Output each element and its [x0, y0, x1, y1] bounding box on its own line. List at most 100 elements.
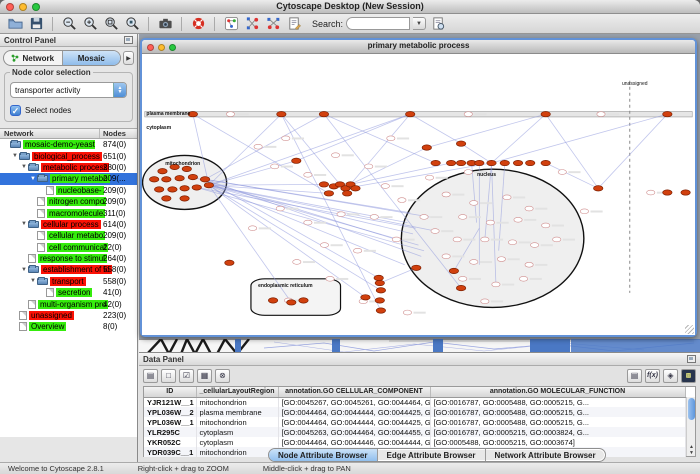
float-control-panel-icon[interactable] — [124, 36, 133, 44]
table-row[interactable]: YJR121W__1mitochondrion[GO:0045267, GO:0… — [144, 397, 685, 407]
table-header-cell[interactable]: annotation.GO CELLULAR_COMPONENT — [278, 387, 430, 397]
import-attributes-button[interactable]: ◈ — [663, 369, 678, 383]
tab-network[interactable]: Network — [4, 51, 62, 65]
table-cell[interactable]: YDR039C__1 — [144, 447, 196, 457]
table-cell[interactable]: mitochondrion — [196, 417, 278, 427]
table-cell[interactable]: [GO:0005488, GO:0005215, GO:0003674] — [430, 437, 685, 447]
tree-row[interactable]: Overview8(0) — [0, 321, 137, 332]
function-builder-button[interactable]: f(x) — [645, 369, 660, 383]
table-cell[interactable]: [GO:0045267, GO:0045261, GO:0044464, G..… — [278, 397, 430, 407]
network-view-window[interactable]: primary metabolic process plasma membran… — [140, 38, 697, 337]
table-cell[interactable]: cytoplasm — [196, 437, 278, 447]
tree-column-nodes[interactable]: Nodes — [100, 129, 137, 138]
table-header-cell[interactable]: _cellularLayoutRegion — [196, 387, 278, 397]
table-cell[interactable]: YPL036W__2 — [144, 407, 196, 417]
table-cell[interactable]: YJR121W__1 — [144, 397, 196, 407]
table-cell[interactable]: [GO:0016787, GO:0005488, GO:0005215, G..… — [430, 417, 685, 427]
vizmapper-button[interactable] — [222, 15, 240, 32]
save-session-button[interactable] — [27, 15, 45, 32]
table-cell[interactable]: YLR295C — [144, 427, 196, 437]
zoom-selected-button[interactable] — [123, 15, 141, 32]
table-row[interactable]: YKR052Ccytoplasm[GO:0044464, GO:0044446,… — [144, 437, 685, 447]
tree-row[interactable]: ▼primary metabo209(... — [0, 173, 137, 184]
open-session-button[interactable] — [6, 15, 24, 32]
table-row[interactable]: YPL036W__1mitochondrion[GO:0044464, GO:0… — [144, 417, 685, 427]
tree-row[interactable]: ▼metabolic process280(0) — [0, 162, 137, 173]
attribute-list-button[interactable]: ▤ — [627, 369, 642, 383]
table-cell[interactable]: [GO:0016787, GO:0005215, GO:0003824, G..… — [430, 427, 685, 437]
scrollbar-arrows[interactable]: ▲▼ — [687, 444, 696, 456]
float-data-panel-icon[interactable] — [687, 355, 696, 363]
table-cell[interactable]: plasma membrane — [196, 407, 278, 417]
select-attributes-button[interactable]: ☑ — [179, 369, 194, 383]
table-cell[interactable]: YPL036W__1 — [144, 417, 196, 427]
search-input[interactable] — [346, 17, 410, 30]
expand-triangle-icon[interactable]: ▼ — [20, 267, 28, 273]
annotation-icon — [287, 16, 302, 31]
expand-triangle-icon[interactable]: ▼ — [29, 176, 37, 182]
table-cell[interactable]: cytoplasm — [196, 427, 278, 437]
tab-node-attribute-browser[interactable]: Node Attribute Browser — [269, 449, 377, 461]
tree-row[interactable]: nucleobase-209(0) — [0, 185, 137, 196]
tab-mosaic[interactable]: Mosaic — [62, 51, 121, 65]
table-button[interactable]: ▤ — [143, 369, 158, 383]
tree-row[interactable]: secretion41(0) — [0, 287, 137, 298]
table-cell[interactable]: [GO:0044464, GO:0044446, GO:0044444, G..… — [278, 437, 430, 447]
tree-row[interactable]: multi-organism pro42(0) — [0, 298, 137, 309]
tree-row[interactable]: cellular metabo209(0) — [0, 230, 137, 241]
expand-triangle-icon[interactable]: ▼ — [20, 164, 28, 170]
tree-row[interactable]: ▼transport558(0) — [0, 276, 137, 287]
tree-row[interactable]: unassigned223(0) — [0, 310, 137, 321]
tab-overflow-button[interactable]: ▶ — [123, 51, 134, 65]
unselected-node — [271, 164, 279, 169]
help-button[interactable] — [189, 15, 207, 32]
table-cell[interactable]: [GO:0044464, GO:0044444, GO:0044425, G..… — [278, 407, 430, 417]
table-cell[interactable]: YKR052C — [144, 437, 196, 447]
zoom-fit-button[interactable] — [102, 15, 120, 32]
tree-row[interactable]: response to stimul264(0) — [0, 253, 137, 264]
select-nodes-checkbox[interactable]: ✓ — [10, 105, 21, 116]
table-row[interactable]: YPL036W__2plasma membrane[GO:0044464, GO… — [144, 407, 685, 417]
matrix-button[interactable]: ▩ — [681, 369, 696, 383]
tree-row[interactable]: nitrogen compo209(0) — [0, 196, 137, 207]
table-cell[interactable]: [GO:0045263, GO:0044464, GO:0044455, G..… — [278, 427, 430, 437]
expand-triangle-icon[interactable]: ▼ — [20, 221, 28, 227]
network-window-title-bar[interactable]: primary metabolic process — [142, 40, 695, 54]
tree-row[interactable]: ▼biological_process651(0) — [0, 150, 137, 161]
expand-triangle-icon[interactable]: ▼ — [11, 153, 19, 159]
resize-grip[interactable] — [685, 325, 694, 334]
scrollbar-thumb[interactable] — [688, 398, 695, 420]
tree-row[interactable]: macromolecule311(0) — [0, 207, 137, 218]
zoom-out-button[interactable] — [60, 15, 78, 32]
tree-row[interactable]: ▼establishment of lo558(0) — [0, 264, 137, 275]
search-dropdown-button[interactable]: ▼ — [413, 17, 426, 30]
table-cell[interactable]: [GO:0016787, GO:0005488, GO:0005215, G..… — [430, 397, 685, 407]
table-header-cell[interactable]: ID — [144, 387, 196, 397]
tree-column-network[interactable]: Network — [0, 129, 100, 138]
layout-one-button[interactable] — [243, 15, 261, 32]
new-attribute-button[interactable]: □ — [161, 369, 176, 383]
layout-two-button[interactable] — [264, 15, 282, 32]
zoom-in-button[interactable] — [81, 15, 99, 32]
tree-row[interactable]: mosaic-demo-yeast874(0) — [0, 139, 137, 150]
table-cell[interactable]: [GO:0016787, GO:0005488, GO:0005215, G..… — [430, 407, 685, 417]
network-canvas[interactable]: plasma membranecytoplasmmitochondrionnuc… — [142, 54, 695, 335]
node-color-dropdown[interactable]: transporter activity ▲▼ — [10, 82, 127, 98]
expand-triangle-icon[interactable]: ▼ — [29, 278, 37, 284]
table-row[interactable]: YLR295Ccytoplasm[GO:0045263, GO:0044464,… — [144, 427, 685, 437]
tab-edge-attribute-browser[interactable]: Edge Attribute Browser — [377, 449, 485, 461]
delete-attribute-button[interactable]: ⊗ — [215, 369, 230, 383]
snapshot-button[interactable] — [156, 15, 174, 32]
unselect-attributes-button[interactable]: ▦ — [197, 369, 212, 383]
search-options-button[interactable] — [429, 15, 447, 32]
tree-row[interactable]: cell communicat22(0) — [0, 242, 137, 253]
table-header-cell[interactable]: annotation.GO MOLECULAR_FUNCTION — [430, 387, 685, 397]
tab-network-attribute-browser[interactable]: Network Attribute Browser — [485, 449, 605, 461]
tree-row[interactable]: ▼cellular process614(0) — [0, 219, 137, 230]
table-vertical-scrollbar[interactable]: ▲▼ — [686, 397, 695, 456]
table-cell[interactable]: mitochondrion — [196, 397, 278, 407]
annotation-button[interactable] — [285, 15, 303, 32]
table-cell[interactable]: mitochondrion — [196, 447, 278, 457]
unselected-node — [464, 112, 472, 117]
table-cell[interactable]: [GO:0044464, GO:0044444, GO:0044425, G..… — [278, 417, 430, 427]
